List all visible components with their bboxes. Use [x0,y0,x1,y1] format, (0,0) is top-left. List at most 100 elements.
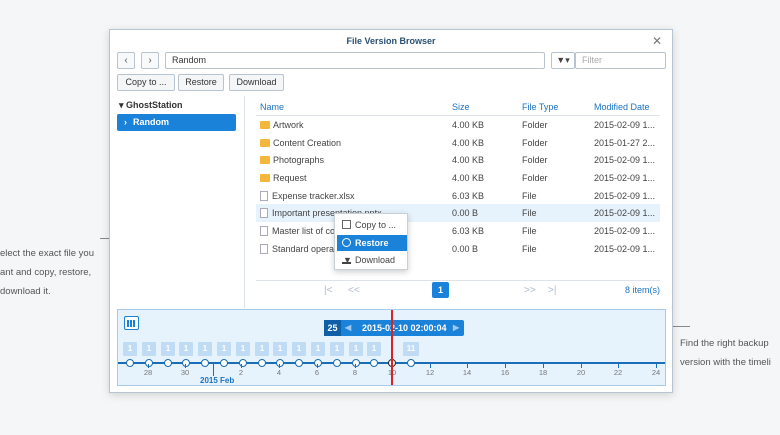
row-type: Folder [522,120,548,130]
version-count-badge[interactable]: 1 [142,342,156,356]
file-icon [260,226,268,237]
version-count-badge[interactable]: 1 [255,342,269,356]
version-node[interactable] [164,359,172,367]
version-count: 25 [324,320,341,336]
row-date: 2015-02-09 1... [594,226,656,237]
version-count-badge[interactable]: 1 [179,342,193,356]
context-menu: Copy to ... Restore ▼ Download [334,213,408,270]
version-count-badge[interactable]: 1 [217,342,231,356]
table-row[interactable]: Request 4.00 KB Folder 2015-02-09 1... [256,169,660,187]
row-name: Master list of co [272,226,336,237]
row-name: Standard operat [272,243,337,254]
version-count-badge[interactable]: 1 [273,342,287,356]
calendar-icon[interactable] [124,316,139,330]
tree-item-random[interactable]: › Random [117,114,236,131]
next-page-button[interactable]: >> [524,285,536,296]
version-count-badge[interactable]: 1 [311,342,325,356]
row-date: 2015-02-09 1... [594,120,656,130]
copy-to-button[interactable]: Copy to ... [117,74,175,91]
previous-page-button[interactable]: << [348,285,360,296]
version-count-badge[interactable]: 1 [367,342,381,356]
version-node[interactable] [314,359,322,367]
table-row[interactable]: Expense tracker.xlsx 6.03 KB File 2015-0… [256,187,660,205]
right-annotation: Find the right backup version with the t… [680,334,780,372]
restore-button[interactable]: Restore [178,74,224,91]
window-title: File Version Browser [346,36,436,46]
axis-tick-label: 24 [651,368,661,377]
row-date: 2015-02-09 1... [594,208,656,219]
previous-version-button[interactable]: ◀ [345,320,351,336]
menu-item-restore[interactable]: Restore [337,235,407,251]
file-version-browser-window: File Version Browser ✕ ‹ › Random ▼▾ Fil… [109,29,673,393]
path-field[interactable]: Random [165,52,545,69]
tree-item-label: Random [133,117,169,127]
version-node[interactable] [407,359,415,367]
table-row[interactable]: Artwork 4.00 KB Folder 2015-02-09 1... [256,116,660,134]
version-node[interactable] [182,359,190,367]
month-divider [213,364,214,376]
timeline-cursor[interactable] [391,310,393,385]
table-row[interactable]: Standard operat 0.00 B File 2015-02-09 1… [256,240,660,258]
version-count-badge[interactable]: 11 [403,342,419,356]
version-count-badge[interactable]: 1 [123,342,137,356]
filter-input[interactable]: Filter [575,52,666,69]
last-page-button[interactable]: >| [548,285,556,296]
version-node[interactable] [220,359,228,367]
next-version-button[interactable]: ▶ [453,320,459,336]
forward-button[interactable]: › [141,52,159,69]
table-row[interactable]: Content Creation 4.00 KB Folder 2015-01-… [256,134,660,152]
chevron-right-icon: › [124,117,127,127]
back-button[interactable]: ‹ [117,52,135,69]
column-header-size[interactable]: Size [452,102,470,112]
row-type: Folder [522,137,548,148]
version-node[interactable] [145,359,153,367]
menu-item-copy-to[interactable]: Copy to ... [337,217,407,233]
column-header-file-type[interactable]: File Type [522,102,558,112]
tree-root[interactable]: ▾ GhostStation [119,100,183,111]
axis-tick-label: 20 [576,368,586,377]
row-type: File [522,226,537,237]
left-annotation: elect the exact file you ant and copy, r… [0,244,110,301]
version-count-badge[interactable]: 1 [236,342,250,356]
row-size: 4.00 KB [452,173,485,184]
version-count-badge[interactable]: 1 [349,342,363,356]
version-node[interactable] [295,359,303,367]
table-row[interactable]: Master list of co 6.03 KB File 2015-02-0… [256,222,660,240]
restore-icon [342,238,351,247]
table-row-selected[interactable]: Important presentation.pptx 0.00 B File … [256,204,660,223]
chevron-right-icon: › [148,55,152,66]
row-type: Folder [522,155,548,166]
pagination-bar: |< << 1 >> >| 8 item(s) [256,280,660,298]
table-row[interactable]: Photographs 4.00 KB Folder 2015-02-09 1.… [256,151,660,169]
version-node[interactable] [126,359,134,367]
download-button[interactable]: Download [229,74,284,91]
filter-menu-button[interactable]: ▼▾ [551,52,575,69]
first-page-button[interactable]: |< [324,285,332,296]
title-bar: File Version Browser ✕ [110,30,672,52]
version-node[interactable] [201,359,209,367]
row-date: 2015-02-09 1... [594,243,656,254]
version-count-badge[interactable]: 1 [330,342,344,356]
version-node[interactable] [370,359,378,367]
version-node[interactable] [352,359,360,367]
axis-tick-label: 28 [143,368,153,377]
version-node[interactable] [333,359,341,367]
annotation-line: version with the timeli [680,357,771,368]
menu-item-label: Restore [355,238,389,248]
column-header-modified-date[interactable]: Modified Date [594,102,660,112]
version-node[interactable] [258,359,266,367]
row-date: 2015-01-27 2... [594,137,656,148]
download-icon: ▼ [342,255,352,265]
version-node[interactable] [276,359,284,367]
funnel-icon: ▼▾ [556,55,570,65]
current-page[interactable]: 1 [432,282,449,298]
menu-item-download[interactable]: ▼ Download [337,252,407,268]
version-count-badge[interactable]: 1 [292,342,306,356]
close-icon[interactable]: ✕ [652,30,662,52]
version-timeline[interactable]: 25 ◀ 2015-02-10 02:00:04 ▶ 1 1 1 1 1 1 1… [117,309,666,386]
column-header-name[interactable]: Name [260,102,446,112]
version-count-badge[interactable]: 1 [198,342,212,356]
tree-root-label: GhostStation [126,100,183,110]
row-size: 4.00 KB [452,155,485,166]
version-count-badge[interactable]: 1 [161,342,175,356]
